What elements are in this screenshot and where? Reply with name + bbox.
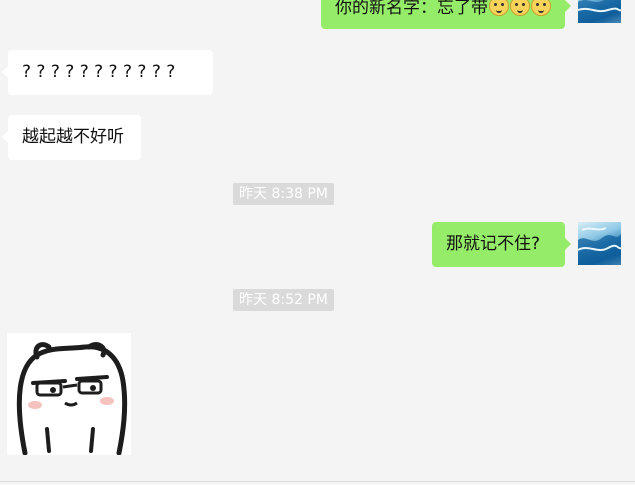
message-timestamp: 昨天 8:52 PM bbox=[233, 289, 334, 311]
incoming-message-bubble[interactable]: ? ? ? ? ? ? ? ? ? ? ? bbox=[2, 50, 213, 95]
my-avatar[interactable] bbox=[578, 222, 621, 265]
message-text: 你的新名字：忘了带 bbox=[335, 0, 488, 18]
outgoing-message-bubble[interactable]: 你的新名字：忘了带 bbox=[321, 0, 571, 29]
outgoing-message-bubble[interactable]: 那就记不住? bbox=[432, 222, 571, 267]
my-avatar[interactable] bbox=[578, 0, 621, 23]
bear-sticker-icon bbox=[7, 333, 131, 455]
dog-face-emoji-icon bbox=[489, 0, 509, 16]
incoming-message-bubble[interactable]: 越起越不好听 bbox=[2, 115, 141, 160]
timestamp-text: 昨天 8:52 PM bbox=[239, 292, 328, 308]
message-text: 那就记不住? bbox=[446, 234, 541, 254]
dog-face-emoji-icon bbox=[510, 0, 530, 16]
message-text: ? ? ? ? ? ? ? ? ? ? ? bbox=[22, 62, 176, 82]
dog-face-emoji-icon bbox=[531, 0, 551, 16]
message-timestamp: 昨天 8:38 PM bbox=[233, 183, 334, 205]
chat-message-list[interactable]: 你的新名字：忘了带 ? ? ? ? ? ? ? ? ? ? ? 越起越不好听 昨… bbox=[0, 0, 635, 485]
timestamp-text: 昨天 8:38 PM bbox=[239, 186, 328, 202]
message-text: 越起越不好听 bbox=[22, 127, 124, 147]
input-area-divider bbox=[0, 481, 635, 482]
cartoon-bear-sticker[interactable] bbox=[7, 333, 131, 455]
